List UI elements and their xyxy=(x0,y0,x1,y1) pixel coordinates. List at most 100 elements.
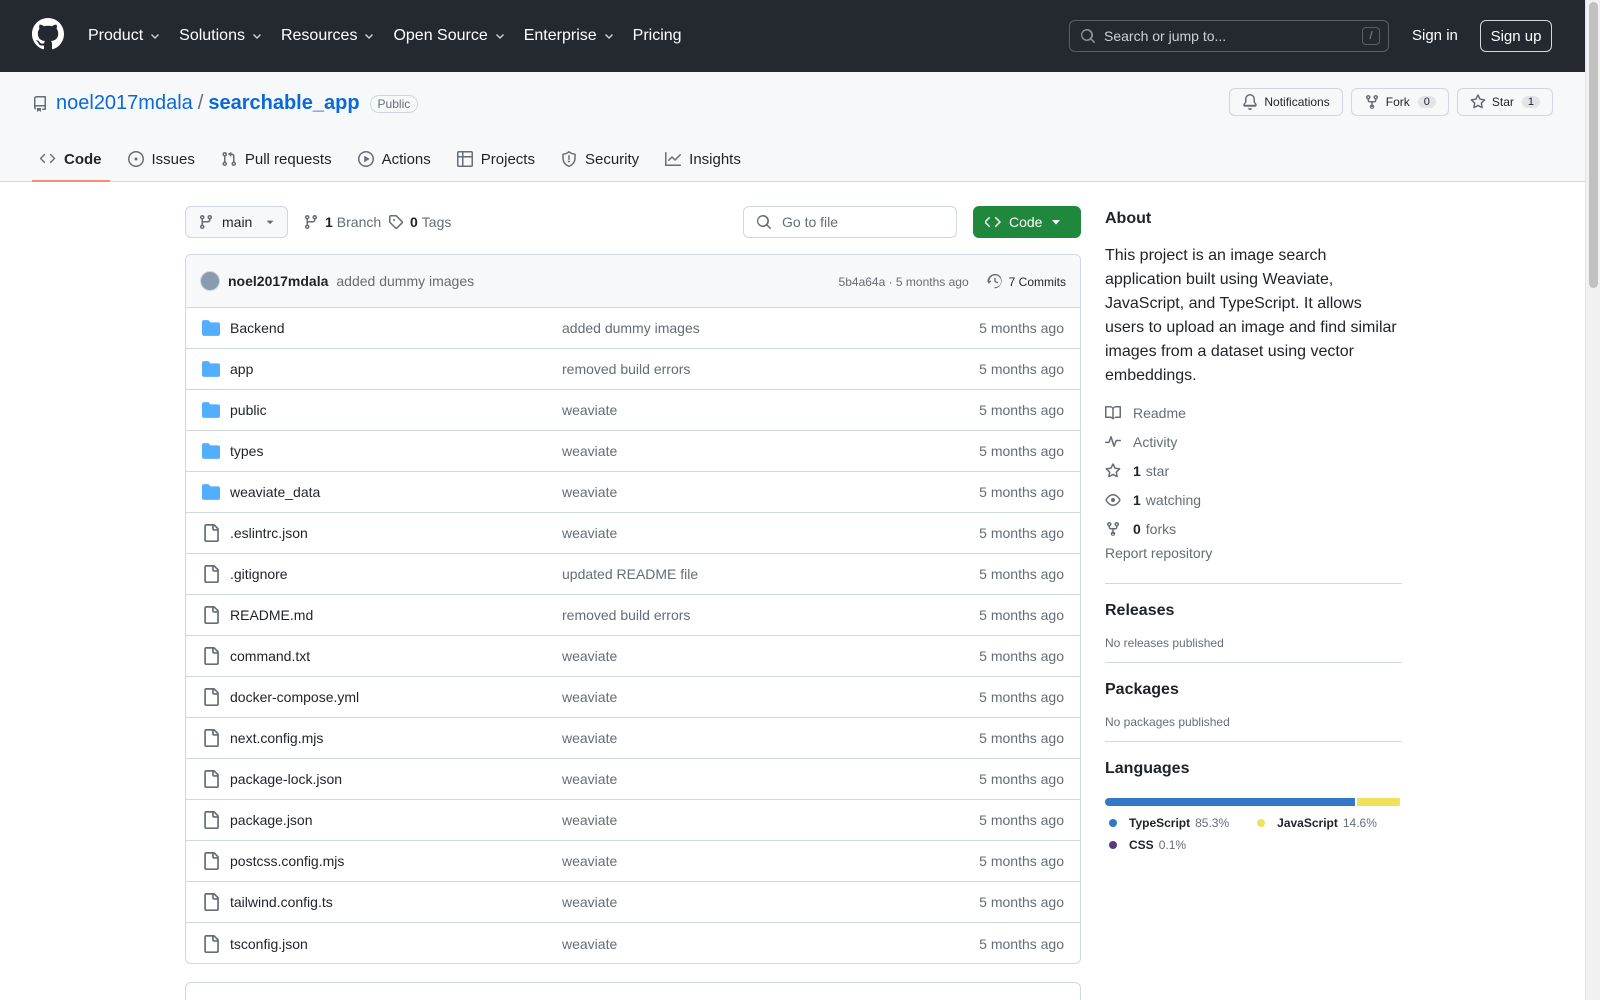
star-button[interactable]: Star 1 xyxy=(1456,88,1553,116)
file-commit-message-link[interactable]: weaviate xyxy=(562,689,617,705)
stars-count: 1 xyxy=(1133,462,1141,479)
file-name-link[interactable]: Backend xyxy=(230,320,562,336)
file-name-link[interactable]: next.config.mjs xyxy=(230,730,562,746)
file-commit-message-link[interactable]: weaviate xyxy=(562,730,617,746)
report-repository-link[interactable]: Report repository xyxy=(1105,545,1402,571)
file-commit-date: 5 months ago xyxy=(979,320,1064,336)
tags-link[interactable]: 0 Tags xyxy=(388,214,451,230)
file-commit-message-link[interactable]: removed build errors xyxy=(562,607,690,623)
tab-projects[interactable]: Projects xyxy=(449,136,543,182)
file-name-link[interactable]: weaviate_data xyxy=(230,484,562,500)
scrollbar-thumb[interactable] xyxy=(1589,2,1598,288)
nav-enterprise[interactable]: Enterprise xyxy=(524,27,615,45)
file-commit-message-link[interactable]: weaviate xyxy=(562,484,617,500)
branch-label: Branch xyxy=(336,214,382,230)
tab-actions[interactable]: Actions xyxy=(350,136,439,182)
tab-insights[interactable]: Insights xyxy=(657,136,749,182)
file-name-link[interactable]: postcss.config.mjs xyxy=(230,853,562,869)
fork-button[interactable]: Fork 0 xyxy=(1350,88,1449,116)
nav-pricing[interactable]: Pricing xyxy=(633,27,682,45)
nav-resources[interactable]: Resources xyxy=(281,27,375,45)
file-commit-date: 5 months ago xyxy=(979,812,1064,828)
file-commit-date: 5 months ago xyxy=(979,935,1064,952)
file-name-link[interactable]: docker-compose.yml xyxy=(230,689,562,705)
file-name-link[interactable]: app xyxy=(230,361,562,377)
commit-message-link[interactable]: added dummy images xyxy=(336,273,474,289)
nav-open-source[interactable]: Open Source xyxy=(393,27,505,45)
activity-link[interactable]: Activity xyxy=(1105,427,1402,456)
pulse-icon xyxy=(1105,435,1121,447)
file-commit-message-link[interactable]: added dummy images xyxy=(562,320,700,336)
releases-section: Releases No releases published xyxy=(1105,583,1402,650)
tab-pull-requests[interactable]: Pull requests xyxy=(213,136,340,182)
watchers-link[interactable]: 1 watching xyxy=(1105,485,1402,514)
table-row: postcss.config.mjs weaviate 5 months ago xyxy=(186,841,1080,882)
file-commit-message-link[interactable]: removed build errors xyxy=(562,361,690,377)
fork-count: 0 xyxy=(1417,96,1436,108)
repo-name-link[interactable]: searchable_app xyxy=(208,92,359,115)
nav-product[interactable]: Product xyxy=(88,27,161,45)
sign-in-link[interactable]: Sign in xyxy=(1412,27,1458,44)
file-commit-date: 5 months ago xyxy=(979,607,1064,623)
file-commit-message-link[interactable]: weaviate xyxy=(562,853,617,869)
table-row: package-lock.json weaviate 5 months ago xyxy=(186,759,1080,800)
branch-count: 1 xyxy=(325,214,333,230)
language-name: CSS xyxy=(1129,838,1154,852)
file-name-link[interactable]: .eslintrc.json xyxy=(230,525,562,541)
packages-heading[interactable]: Packages xyxy=(1105,681,1402,699)
page-scrollbar[interactable] xyxy=(1585,0,1600,1000)
tab-code[interactable]: Code xyxy=(32,136,110,182)
file-commit-message-link[interactable]: weaviate xyxy=(562,771,617,787)
tab-issues[interactable]: Issues xyxy=(120,136,203,182)
file-commit-message-link[interactable]: weaviate xyxy=(562,936,617,952)
file-commit-message-link[interactable]: weaviate xyxy=(562,812,617,828)
global-search-input[interactable]: Search or jump to... / xyxy=(1069,20,1389,52)
file-commit-message-link[interactable]: weaviate xyxy=(562,894,617,910)
file-name-link[interactable]: command.txt xyxy=(230,648,562,664)
repo-owner-link[interactable]: noel2017mdala xyxy=(56,92,193,115)
language-percent: 0.1% xyxy=(1158,838,1187,852)
go-to-file-input[interactable]: Go to file xyxy=(743,206,957,238)
file-commit-message-link[interactable]: weaviate xyxy=(562,402,617,418)
file-name-link[interactable]: .gitignore xyxy=(230,566,562,582)
chevron-down-icon xyxy=(604,34,613,39)
releases-heading[interactable]: Releases xyxy=(1105,602,1402,620)
language-javascript[interactable]: JavaScript 14.6% xyxy=(1257,816,1377,830)
file-name-link[interactable]: package.json xyxy=(230,812,562,828)
file-commit-message-link[interactable]: weaviate xyxy=(562,525,617,541)
file-icon xyxy=(204,852,219,870)
star-label: Star xyxy=(1491,95,1514,109)
file-name-link[interactable]: tsconfig.json xyxy=(230,936,562,952)
file-commit-message-link[interactable]: weaviate xyxy=(562,443,617,459)
file-name-link[interactable]: types xyxy=(230,443,562,459)
file-commit-message-link[interactable]: updated README file xyxy=(562,566,698,582)
github-logo-icon[interactable] xyxy=(32,18,64,50)
branch-selector-button[interactable]: main xyxy=(185,206,288,238)
global-header: Product Solutions Resources Open Source Ente… xyxy=(0,0,1600,72)
stars-link[interactable]: 1 star xyxy=(1105,456,1402,485)
packages-section: Packages No packages published xyxy=(1105,662,1402,729)
forks-link[interactable]: 0 forks xyxy=(1105,514,1402,543)
file-name-link[interactable]: package-lock.json xyxy=(230,771,562,787)
file-name-link[interactable]: tailwind.config.ts xyxy=(230,894,562,910)
sign-up-button[interactable]: Sign up xyxy=(1480,20,1552,52)
file-commit-message-link[interactable]: weaviate xyxy=(562,648,617,664)
notifications-button[interactable]: Notifications xyxy=(1229,88,1343,116)
language-css[interactable]: CSS 0.1% xyxy=(1109,838,1186,852)
readme-link[interactable]: Readme xyxy=(1105,398,1402,427)
branches-link[interactable]: 1 Branch xyxy=(303,214,381,230)
nav-solutions[interactable]: Solutions xyxy=(179,27,263,45)
commit-author-link[interactable]: noel2017mdala xyxy=(228,273,328,289)
file-name-link[interactable]: README.md xyxy=(230,607,562,623)
code-download-button[interactable]: Code xyxy=(973,206,1081,238)
commits-history-link[interactable]: 7 Commits xyxy=(987,273,1066,290)
language-typescript[interactable]: TypeScript 85.3% xyxy=(1109,816,1229,830)
avatar[interactable] xyxy=(200,271,220,291)
file-name-link[interactable]: public xyxy=(230,402,562,418)
readme-panel xyxy=(185,982,1081,1000)
fork-icon xyxy=(1365,94,1378,110)
commit-hash-time[interactable]: 5b4a64a · 5 months ago xyxy=(839,275,969,289)
language-bar xyxy=(1105,798,1402,806)
file-browser: noel2017mdala added dummy images 5b4a64a… xyxy=(185,254,1081,964)
tab-security[interactable]: Security xyxy=(553,136,647,182)
